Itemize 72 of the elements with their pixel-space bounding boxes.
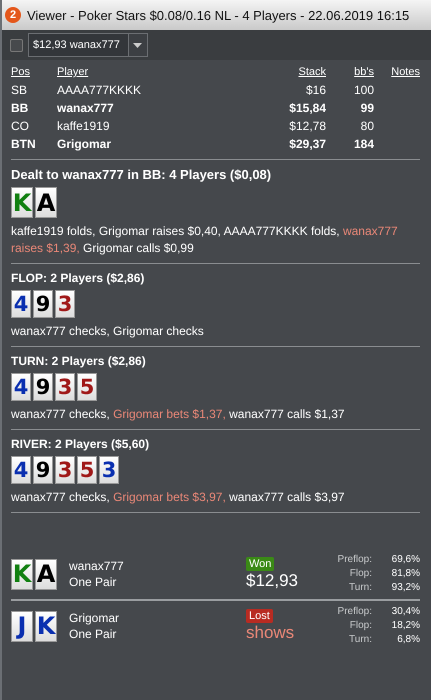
equity-label: Preflop: (336, 553, 372, 567)
playing-card: K (11, 558, 33, 590)
table-cell-text: 100 (352, 82, 374, 99)
column-header[interactable]: Stack (256, 64, 326, 81)
table-cell-text: BB (11, 100, 30, 117)
playing-card: 5 (77, 456, 97, 484)
equity-value: 93,2% (390, 581, 420, 595)
action-text: kaffe1919 folds, Grigomar raises $0,40, AAAA777KKKK folds, wanax777 raises $1,39, Grigomar calls $0,99 (11, 223, 399, 257)
column-header[interactable]: Pos (11, 64, 57, 81)
playing-card: K (11, 187, 33, 218)
equity-label: Preflop: (336, 605, 372, 619)
playing-card: J (11, 610, 33, 642)
column-header[interactable]: bb's (326, 64, 374, 81)
window-title: Viewer - Poker Stars $0.08/0.16 NL - 4 Players - 22.06.2019 16:15 (27, 8, 410, 22)
column-header[interactable]: Notes (374, 64, 420, 81)
playing-card: 3 (55, 373, 75, 401)
playing-card: 4 (11, 456, 31, 484)
equity-label: Flop: (348, 567, 372, 581)
table-cell-text: 99 (360, 100, 374, 117)
equity-label: Turn: (348, 581, 372, 595)
playing-card: 4 (11, 373, 31, 401)
playing-card: 9 (33, 290, 53, 318)
app-badge: 2 (5, 7, 21, 23)
table-cell-text: $16 (304, 82, 326, 99)
equity-label: Flop: (348, 619, 372, 633)
checkbox[interactable] (10, 38, 23, 52)
table-cell-text: Grigomar (57, 136, 112, 153)
table-cell-text: $29,37 (288, 136, 326, 153)
table-cell-text: CO (11, 118, 30, 135)
result-badge: Lost (246, 609, 273, 623)
playing-card: 3 (99, 456, 119, 484)
table-cell-text: $15,84 (288, 100, 326, 117)
player-name: Grigomar (69, 610, 120, 626)
caret-icon (133, 42, 142, 48)
table-cell-text: SB (11, 82, 28, 99)
action-text: wanax777 checks, Grigomar bets $1,37, wanax777 calls $1,37 (11, 406, 346, 423)
player-name: wanax777 (69, 558, 125, 574)
street-heading: TURN: 2 Players ($2,86) (11, 354, 147, 368)
result-badge: Won (246, 557, 274, 571)
playing-card: 4 (11, 290, 31, 318)
equity-value: 69,6% (390, 553, 420, 567)
table-cell-text: 184 (352, 136, 374, 153)
playing-card: 9 (33, 456, 53, 484)
playing-card: A (35, 558, 57, 590)
playing-card: A (35, 187, 57, 218)
table-cell-text: AAAA777KKKK (57, 82, 142, 99)
table-cell-text: kaffe1919 (57, 118, 110, 135)
hand-dropdown[interactable]: $12,93 wanax777 (28, 33, 148, 57)
action-text: wanax777 checks, Grigomar bets $3,97, wanax777 calls $3,97 (11, 489, 346, 506)
table-cell-text: wanax777 (57, 100, 115, 117)
table-cell-text: 80 (360, 118, 374, 135)
hand-rank: One Pair (69, 574, 118, 590)
action-text: wanax777 checks, Grigomar checks (11, 323, 205, 340)
street-heading: RIVER: 2 Players ($5,60) (11, 437, 150, 451)
street-heading: Dealt to wanax777 in BB: 4 Players ($0,08) (11, 167, 272, 182)
equity-value: 30,4% (390, 605, 420, 619)
playing-card: 3 (55, 456, 75, 484)
result-amount: $12,93 (246, 571, 298, 591)
playing-card: 9 (33, 373, 53, 401)
playing-card: K (35, 610, 57, 642)
equity-value: 6,8% (396, 633, 420, 647)
result-amount: shows (246, 623, 294, 643)
playing-card: 3 (55, 290, 75, 318)
column-header[interactable]: Player (57, 64, 256, 81)
equity-value: 18,2% (390, 619, 420, 633)
equity-label: Turn: (348, 633, 372, 647)
street-heading: FLOP: 2 Players ($2,86) (11, 271, 146, 285)
playing-card: 5 (77, 373, 97, 401)
equity-value: 81,8% (390, 567, 420, 581)
table-cell-text: $12,78 (288, 118, 326, 135)
table-cell-text: BTN (11, 136, 37, 153)
hand-rank: One Pair (69, 626, 118, 642)
